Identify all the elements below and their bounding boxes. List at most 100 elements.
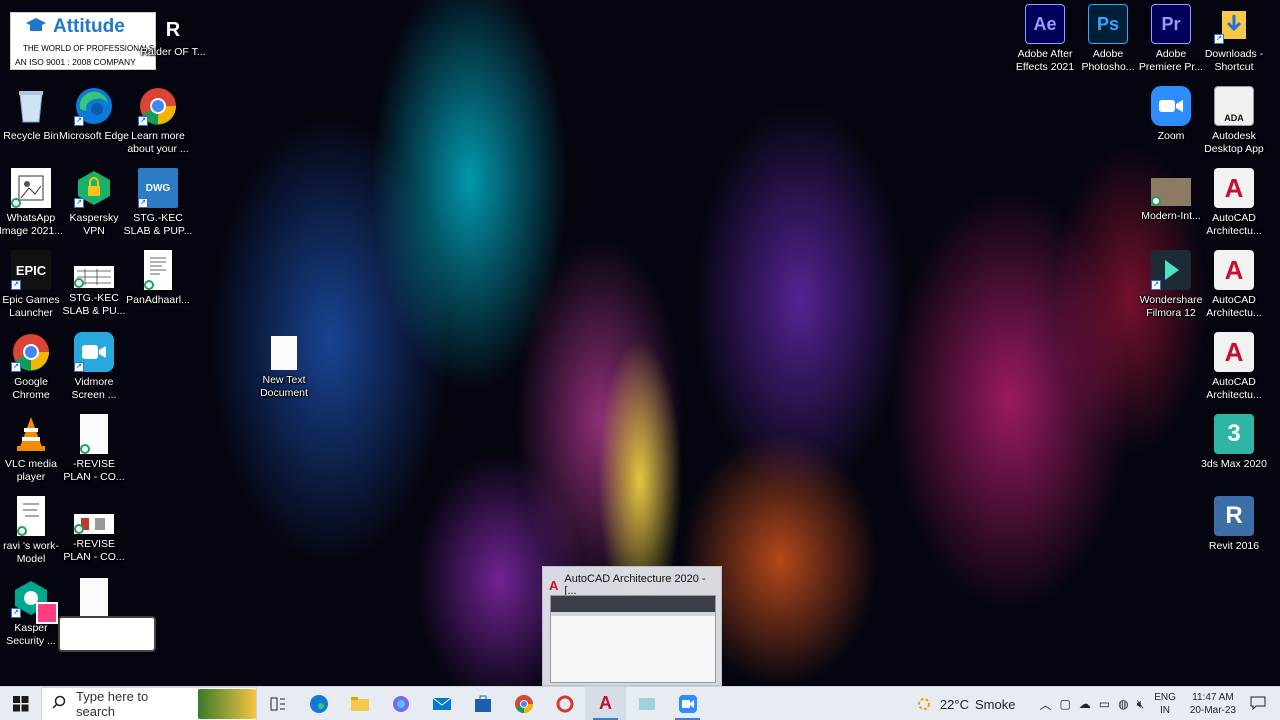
text-file-icon xyxy=(271,336,297,370)
edge-icon: ↗ xyxy=(74,86,114,126)
start-button[interactable] xyxy=(0,687,41,720)
search-highlight-icon xyxy=(197,688,256,719)
desktop-icon-recycle-bin[interactable]: Recycle Bin xyxy=(0,86,64,166)
notification-icon[interactable] xyxy=(1250,696,1266,713)
taskbar-file-explorer[interactable] xyxy=(339,687,380,720)
desktop-icon-kaspersky-vpn[interactable]: ↗ Kaspersky VPN xyxy=(61,168,127,248)
document-icon xyxy=(144,250,172,290)
desktop-icon-label: Kasper Security ... xyxy=(6,622,56,647)
desktop-icon-revise-2[interactable]: -REVISE PLAN - CO... xyxy=(61,496,127,576)
desktop-icon-learn-more[interactable]: ↗ Learn more about your ... xyxy=(125,86,191,166)
rename-input-box[interactable] xyxy=(58,616,156,652)
desktop-icon-vlc[interactable]: VLC media player xyxy=(0,414,64,494)
desktop-icon-modern-int[interactable]: Modern-Int... xyxy=(1138,168,1204,248)
battery-icon[interactable]: ▭ xyxy=(1099,697,1110,711)
logo-iso: AN ISO 9001 : 2008 COMPANY xyxy=(15,57,136,67)
copilot-icon xyxy=(392,695,409,712)
autocad-icon: A xyxy=(1214,332,1254,372)
windows-logo-icon xyxy=(12,695,28,711)
revit-icon: R xyxy=(1214,496,1254,536)
epic-games-icon: EPIC ↗ xyxy=(11,250,51,290)
network-icon[interactable]: ◍ xyxy=(1118,697,1128,711)
desktop-icon-photoshop[interactable]: Ps Adobe Photosho... xyxy=(1075,4,1141,84)
kaspersky-vpn-icon: ↗ xyxy=(74,168,114,208)
desktop-icon-premiere[interactable]: Pr Adobe Premiere Pr... xyxy=(1138,4,1204,84)
drawing-thumbnail-icon xyxy=(74,266,114,288)
desktop-icon-label: Epic Games Launcher xyxy=(2,294,60,319)
desktop-icon-autocad-arch-1[interactable]: A AutoCAD Architectu... xyxy=(1201,168,1267,248)
sync-status-icon xyxy=(74,524,84,534)
meet-now-icon[interactable]: ▢ xyxy=(1059,697,1070,711)
task-view-button[interactable] xyxy=(257,687,298,720)
desktop-icon-label: PanAdhaarl... xyxy=(126,294,190,306)
taskbar-app-red[interactable] xyxy=(544,687,585,720)
preview-title: AutoCAD Architecture 2020 - [... xyxy=(564,573,706,597)
taskbar-search-input[interactable]: Type here to search xyxy=(41,686,257,720)
chrome-icon: ↗ xyxy=(138,86,178,126)
desktop-icon-downloads[interactable]: ↗ Downloads - Shortcut xyxy=(1201,4,1267,84)
desktop-icon-filmora[interactable]: ↗ Wondershare Filmora 12 xyxy=(1138,250,1204,330)
image-file-icon xyxy=(11,168,51,208)
desktop-icon-label: AutoCAD Architectu... xyxy=(1206,294,1262,319)
desktop-icon-epic-games[interactable]: EPIC ↗ Epic Games Launcher xyxy=(0,250,64,330)
desktop-icon-label: -REVISE PLAN - CO... xyxy=(63,538,125,563)
desktop-icon-stg-kec-1[interactable]: DWG ↗ STG.-KEC SLAB & PUP... xyxy=(124,168,192,248)
graduation-cap-icon xyxy=(25,17,47,35)
zoom-camera-icon xyxy=(1151,86,1191,126)
store-icon xyxy=(474,695,491,712)
lang-bottom: IN xyxy=(1160,705,1171,716)
weather-widget[interactable]: 22°C Smoke xyxy=(914,694,1015,714)
desktop-icon-whatsapp-image[interactable]: WhatsApp Image 2021... xyxy=(0,168,64,248)
desktop-icon-panadhaarl[interactable]: PanAdhaarl... xyxy=(125,250,191,330)
chevron-up-icon[interactable]: ︿ xyxy=(1039,696,1051,713)
language-indicator[interactable]: ENG IN xyxy=(1154,691,1176,717)
speaker-muted-icon[interactable]: 🔇︎ xyxy=(1137,697,1145,712)
taskbar-app-teal[interactable] xyxy=(626,687,667,720)
logo-name: Attitude xyxy=(53,16,125,37)
drawing-thumbnail-icon xyxy=(17,496,45,536)
desktop-icon-3ds-max[interactable]: 3 3ds Max 2020 xyxy=(1201,414,1267,494)
preview-ribbon xyxy=(551,612,715,616)
sync-status-icon xyxy=(17,526,27,536)
lang-top: ENG xyxy=(1154,692,1176,703)
dwg-file-icon: DWG ↗ xyxy=(138,168,178,208)
onedrive-icon[interactable]: ☁ xyxy=(1079,697,1091,711)
taskbar-edge[interactable] xyxy=(298,687,339,720)
snip-tool-icon xyxy=(556,695,573,712)
desktop-icon-label: Zoom xyxy=(1157,130,1185,142)
desktop-icon-after-effects[interactable]: Ae Adobe After Effects 2021 xyxy=(1012,4,1078,84)
desktop-icon-revise-1[interactable]: -REVISE PLAN - CO... xyxy=(61,414,127,494)
desktop-icon-google-chrome[interactable]: ↗ Google Chrome xyxy=(0,332,64,412)
taskbar-chrome[interactable] xyxy=(503,687,544,720)
desktop-icon-label: New Text Document xyxy=(260,374,308,399)
filmora-icon: ↗ xyxy=(1151,250,1191,290)
taskbar-mail[interactable] xyxy=(421,687,462,720)
desktop-icon-autocad-arch-2[interactable]: A AutoCAD Architectu... xyxy=(1201,250,1267,330)
taskbar-copilot[interactable] xyxy=(380,687,421,720)
taskbar-zoom[interactable] xyxy=(667,687,708,720)
sync-status-icon xyxy=(144,280,154,290)
desktop-icon-zoom[interactable]: Zoom xyxy=(1138,86,1204,166)
desktop-icon-raider[interactable]: R Raider OF T... xyxy=(140,10,206,90)
taskbar-autocad[interactable]: A xyxy=(585,686,626,720)
desktop-icon-microsoft-edge[interactable]: ↗ Microsoft Edge xyxy=(59,86,129,166)
attitude-logo: Attitude THE WORLD OF PROFESSIONALS AN I… xyxy=(10,12,156,70)
taskbar-store[interactable] xyxy=(462,687,503,720)
vidmore-icon: ↗ xyxy=(74,332,114,372)
desktop-icon-new-text-document[interactable]: New Text Document xyxy=(251,332,317,412)
autocad-window-preview[interactable]: A AutoCAD Architecture 2020 - [... xyxy=(542,566,722,686)
chrome-icon: ↗ xyxy=(11,332,51,372)
sync-status-icon xyxy=(11,198,21,208)
logo-tagline: THE WORLD OF PROFESSIONALS xyxy=(23,44,155,53)
desktop-icon-vidmore[interactable]: ↗ Vidmore Screen ... xyxy=(61,332,127,412)
desktop-icon-ravis-work[interactable]: ravi 's work-Model xyxy=(0,496,64,576)
desktop-icon-stg-kec-2[interactable]: STG.-KEC SLAB & PU... xyxy=(61,250,127,330)
blank-file-icon xyxy=(80,414,108,454)
desktop-icon-autocad-arch-3[interactable]: A AutoCAD Architectu... xyxy=(1201,332,1267,412)
recycle-bin-icon xyxy=(11,86,51,126)
desktop-icon-revit[interactable]: R Revit 2016 xyxy=(1201,496,1267,576)
desktop-icon-label: 3ds Max 2020 xyxy=(1201,458,1267,470)
desktop-icon-autodesk-desktop[interactable]: ADA Autodesk Desktop App xyxy=(1201,86,1267,166)
desktop-icon-label: Adobe After Effects 2021 xyxy=(1015,48,1075,73)
clock[interactable]: 11:47 AM 20-Mar-23 xyxy=(1190,691,1236,717)
